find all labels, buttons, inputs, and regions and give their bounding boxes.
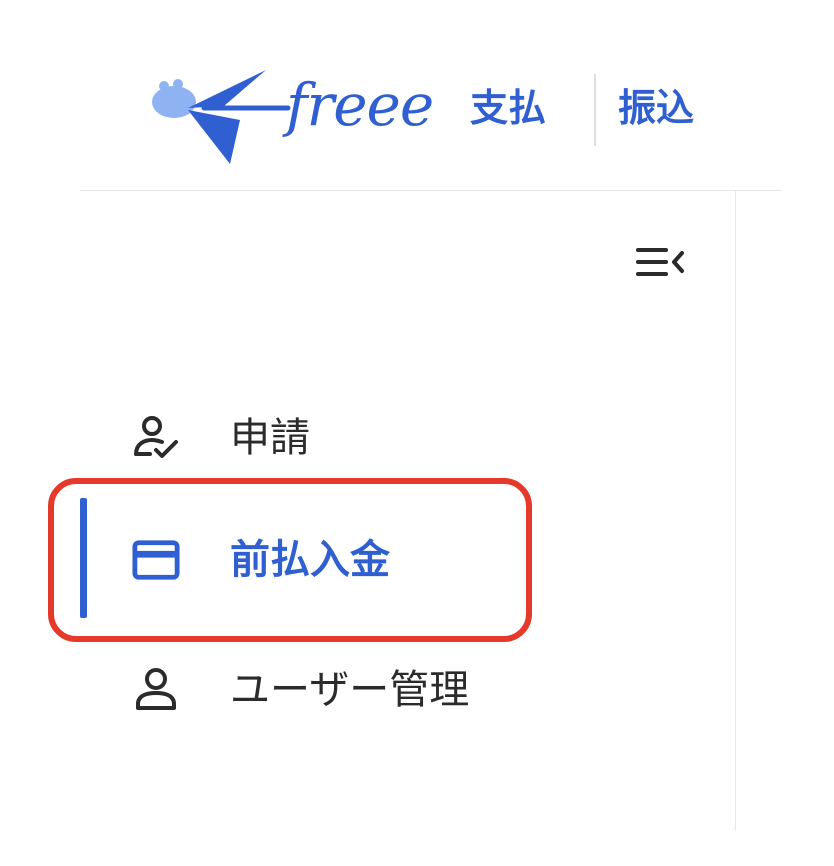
- user-check-icon: [132, 414, 180, 462]
- app-root: freee 支払 振込 申請 前払入金 ユーザー管理: [0, 0, 834, 866]
- user-icon: [132, 666, 180, 714]
- freee-bird-logo-icon: [152, 70, 291, 164]
- sidebar-item-label: 申請: [230, 415, 310, 461]
- product-sub-name: 振込: [618, 86, 695, 130]
- active-indicator: [80, 498, 87, 618]
- freee-logo[interactable]: freee 支払 振込: [148, 62, 728, 164]
- collapse-sidebar-button[interactable]: [628, 240, 692, 284]
- logo-wordmark: freee: [286, 71, 434, 139]
- credit-card-icon: [132, 536, 180, 584]
- sidebar-divider: [735, 191, 736, 831]
- sidebar-item-user-management[interactable]: ユーザー管理: [80, 650, 540, 730]
- logo-divider: [594, 74, 596, 146]
- collapse-menu-icon: [636, 248, 684, 276]
- sidebar-item-application[interactable]: 申請: [80, 398, 540, 478]
- sidebar-item-prepayment[interactable]: 前払入金: [80, 520, 540, 600]
- sidebar-item-label: 前払入金: [230, 537, 390, 583]
- sidebar-item-label: ユーザー管理: [230, 667, 470, 713]
- product-name: 支払: [470, 86, 547, 130]
- header-divider: [80, 190, 782, 191]
